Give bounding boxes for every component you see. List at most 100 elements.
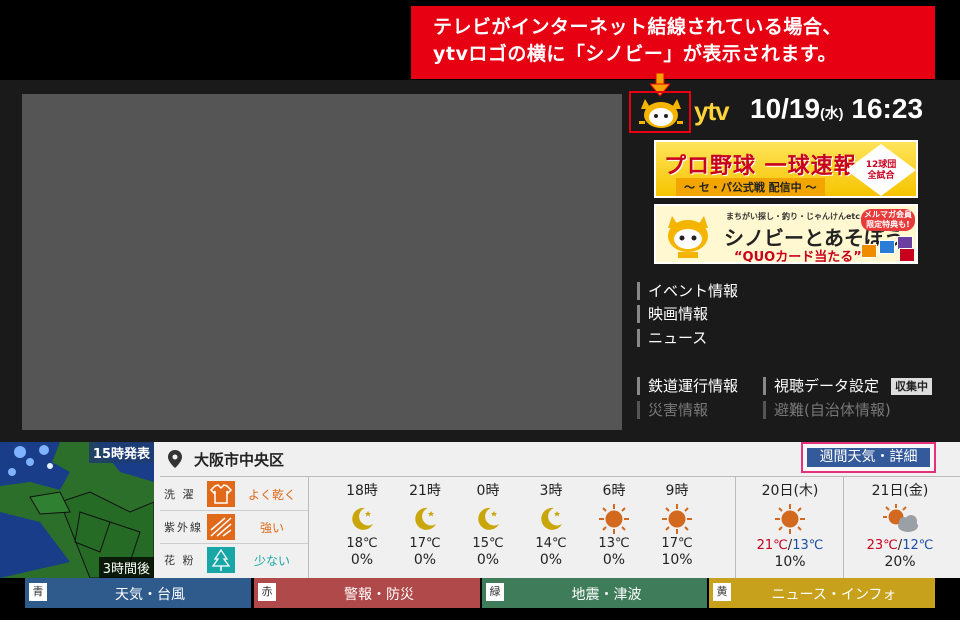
hour-temp: 15℃ (472, 536, 504, 551)
moon-icon (415, 507, 436, 530)
hourly-forecast: 3時 14℃ 0% (520, 480, 582, 568)
hourly-forecast: 0時 15℃ 0% (457, 480, 519, 568)
divider (308, 477, 309, 578)
shinobi-cat-icon (668, 216, 708, 258)
life-index-label: 洗 濯 (164, 488, 196, 501)
baseball-badge-line2: 全試合 (867, 171, 895, 181)
hourly-forecast: 21時 17℃ 0% (394, 480, 456, 568)
baseball-banner-subtitle: 〜 セ・パ公式戦 配信中 〜 (676, 178, 825, 196)
uv-icon (207, 514, 235, 540)
hour-temp: 17℃ (409, 536, 441, 551)
life-index-uv: 紫外線 強い (160, 511, 308, 543)
red-button[interactable]: 赤 警報・防災 (254, 578, 480, 608)
video-area (22, 94, 622, 430)
blue-key: 青 (29, 583, 47, 601)
hour-temp: 13℃ (598, 536, 630, 551)
hour-pop: 0% (539, 552, 563, 568)
day-high: 23℃ (866, 538, 898, 553)
blue-button[interactable]: 青 天気・台風 (25, 578, 251, 608)
hour-time: 6時 (602, 483, 626, 499)
red-button-label: 警報・防災 (344, 587, 414, 603)
yellow-button-label: ニュース・インフォ (771, 587, 897, 603)
day-date: 21日(金) (871, 483, 929, 499)
hour-time: 0時 (476, 483, 500, 499)
hour-time: 9時 (665, 483, 689, 499)
green-key: 緑 (486, 583, 504, 601)
tree-icon (207, 547, 235, 573)
radar-span: 3時間後 (98, 557, 154, 578)
red-key: 赤 (258, 583, 276, 601)
moon-icon (478, 507, 499, 530)
hourly-forecast: 18時 18℃ 0% (331, 480, 393, 568)
hourly-forecast: 6時 13℃ 0% (583, 480, 645, 568)
day-date: 20日(木) (761, 483, 819, 499)
baseball-banner[interactable]: プロ野球 一球速報 〜 セ・パ公式戦 配信中 〜 12球団 全試合 (654, 140, 918, 198)
menu-rail[interactable]: 鉄道運行情報 (637, 377, 738, 395)
day-low: 13℃ (792, 538, 824, 553)
life-index-value: 強い (259, 521, 284, 535)
menu-event[interactable]: イベント情報 (637, 282, 738, 300)
menu-viewing-data[interactable]: 視聴データ設定 (763, 377, 879, 395)
day-high: 21℃ (756, 538, 788, 553)
day-of-week: (水) (820, 105, 844, 121)
day-pop: 20% (884, 554, 916, 570)
date-value: 10/19 (750, 93, 821, 124)
shinobi-mascot-icon (639, 99, 683, 128)
radar-issued: 15時発表 (88, 442, 154, 463)
shinobi-mascot-highlight (629, 91, 691, 133)
yellow-key: 黄 (713, 583, 731, 601)
weekly-weather-label: 週間天気・詳細 (807, 448, 930, 467)
menu-news[interactable]: ニュース (637, 329, 707, 347)
life-index-label: 花 粉 (164, 554, 196, 567)
callout-annotation: テレビがインターネット結線されている場合、 ytvロゴの横に「シノビー」が表示さ… (411, 6, 935, 79)
menu-movie[interactable]: 映画情報 (637, 305, 708, 323)
callout-line-1: テレビがインターネット結線されている場合、 (433, 16, 842, 38)
shinobi-banner-tag: メルマガ会員限定特典も! (861, 209, 915, 231)
hour-pop: 0% (350, 552, 374, 568)
sun-icon (599, 504, 629, 534)
game-thumbnails (861, 236, 916, 262)
shirt-icon (207, 481, 235, 507)
moon-icon (352, 507, 373, 530)
menu-evacuation: 避難(自治体情報) (763, 401, 891, 419)
blue-button-label: 天気・台風 (115, 587, 185, 603)
moon-icon (541, 507, 562, 530)
location-pin-icon (168, 450, 182, 468)
location-name: 大阪市中央区 (194, 451, 285, 469)
location-row: 大阪市中央区 週間天気・詳細 (160, 442, 960, 476)
life-index-label: 紫外線 (164, 521, 203, 534)
shinobi-banner[interactable]: まちがい探し・釣り・じゃんけんetc. シノビーとあそぼう “QUOカード当たる… (654, 204, 918, 264)
daily-forecast: 21日(金) 23℃/12℃ 20% (850, 480, 950, 570)
weekly-weather-button[interactable]: 週間天気・詳細 (801, 442, 936, 473)
radar-map[interactable]: 15時発表 3時間後 (0, 442, 154, 578)
date-time: 10/19(水) 16:23 (750, 93, 923, 125)
weather-panel: 15時発表 3時間後 大阪市中央区 週間天気・詳細 洗 濯 よく乾く 紫外線 強… (0, 442, 960, 578)
divider (160, 476, 960, 477)
sun-icon (662, 504, 692, 534)
green-button[interactable]: 緑 地震・津波 (482, 578, 707, 608)
hour-pop: 0% (602, 552, 626, 568)
life-index-value: よく乾く (247, 488, 296, 502)
shinobi-banner-prize: “QUOカード当たる” (734, 250, 862, 264)
life-index-laundry: 洗 濯 よく乾く (160, 478, 308, 510)
life-index-value: 少ない (253, 554, 290, 568)
hour-temp: 17℃ (661, 536, 693, 551)
shinobi-banner-note: まちがい探し・釣り・じゃんけんetc. (726, 212, 864, 221)
hour-temp: 14℃ (535, 536, 567, 551)
menu-disaster: 災害情報 (637, 401, 708, 419)
collecting-badge: 収集中 (891, 378, 932, 395)
yellow-button[interactable]: 黄 ニュース・インフォ (709, 578, 935, 608)
sun-icon (775, 504, 805, 534)
hour-time: 3時 (539, 483, 563, 499)
divider (735, 477, 736, 578)
divider (843, 477, 844, 578)
hour-time: 21時 (409, 483, 441, 499)
green-button-label: 地震・津波 (571, 587, 642, 603)
day-pop: 10% (774, 554, 806, 570)
sun-cloud-icon (883, 504, 918, 532)
hour-pop: 0% (476, 552, 500, 568)
hour-temp: 18℃ (346, 536, 378, 551)
clock-time: 16:23 (851, 93, 924, 124)
hour-time: 18時 (346, 483, 378, 499)
day-low: 12℃ (902, 538, 934, 553)
